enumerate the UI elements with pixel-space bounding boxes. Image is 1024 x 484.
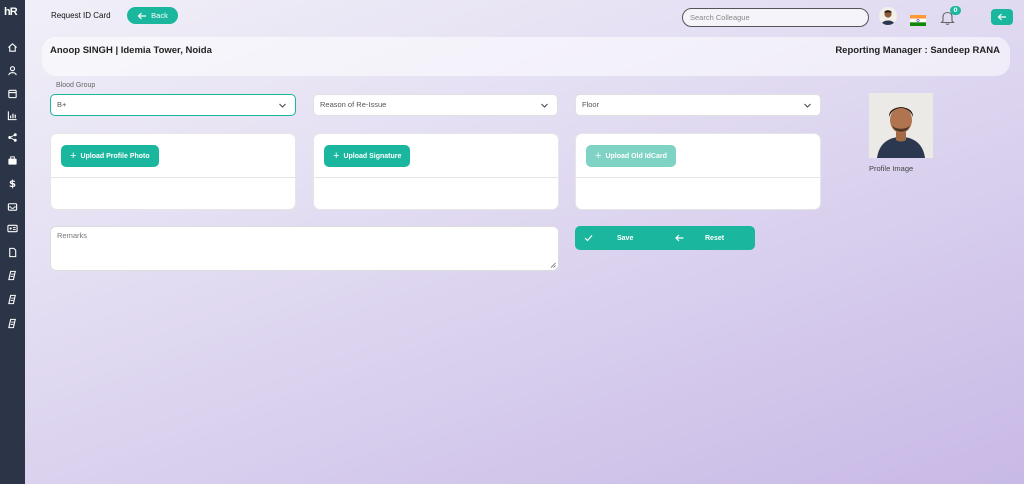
upload-profile-photo-button[interactable]: + Upload Profile Photo <box>61 145 159 167</box>
upload-signature-label: Upload Signature <box>343 152 402 160</box>
reason-placeholder: Reason of Re-Issue <box>320 100 387 109</box>
remarks-field[interactable]: Remarks <box>50 226 559 271</box>
blood-group-select[interactable]: B+ <box>50 94 296 116</box>
resize-handle-icon[interactable] <box>550 262 556 268</box>
blood-group-label: Blood Group <box>56 82 96 89</box>
plus-icon: + <box>595 149 602 162</box>
upload-profile-photo-label: Upload Profile Photo <box>80 152 150 160</box>
upload-signature-button[interactable]: + Upload Signature <box>324 145 411 167</box>
profile-image-label: Profile Image <box>869 164 914 173</box>
tag-icon[interactable] <box>6 269 19 282</box>
upload-signature-card: + Upload Signature <box>313 133 559 210</box>
bar-chart-icon[interactable] <box>6 109 19 122</box>
india-flag-icon[interactable] <box>910 11 926 26</box>
user-icon[interactable] <box>6 64 19 77</box>
arrow-left-icon <box>137 12 147 19</box>
employee-info: Anoop SINGH | Idemia Tower, Noida <box>50 45 212 56</box>
floor-placeholder: Floor <box>582 100 600 109</box>
share-icon[interactable] <box>6 131 19 144</box>
reset-button[interactable]: Reset <box>675 226 724 250</box>
reporting-manager: Reporting Manager : Sandeep RANA <box>835 45 1000 56</box>
chevron-down-icon <box>804 103 811 108</box>
remarks-placeholder: Remarks <box>57 231 88 240</box>
page-title: Request ID Card <box>51 11 111 20</box>
upload-old-id-card: + Upload Old IdCard <box>575 133 821 210</box>
blood-group-value: B+ <box>57 100 67 109</box>
chevron-down-icon <box>279 103 286 108</box>
exit-button[interactable] <box>991 9 1013 25</box>
sidebar: hR $ <box>0 0 25 484</box>
employee-info-card: Anoop SINGH | Idemia Tower, Noida Report… <box>42 37 1010 76</box>
upload-photo-card: + Upload Profile Photo <box>50 133 296 210</box>
back-button-label: Back <box>151 11 168 20</box>
upload-old-idcard-button[interactable]: + Upload Old IdCard <box>586 145 676 167</box>
svg-text:$: $ <box>9 179 16 189</box>
chevron-down-icon <box>541 103 548 108</box>
briefcase-icon[interactable] <box>6 154 19 167</box>
save-button[interactable]: Save <box>584 226 633 250</box>
search-input[interactable]: Search Colleague <box>682 8 869 27</box>
reason-select[interactable]: Reason of Re-Issue <box>313 94 558 116</box>
arrow-left-icon <box>675 234 684 242</box>
tag-icon[interactable] <box>6 293 19 306</box>
plus-icon: + <box>70 149 77 162</box>
tag-icon[interactable] <box>6 317 19 330</box>
form-actions: Save Reset <box>575 226 755 250</box>
divider <box>576 177 820 178</box>
plus-icon: + <box>333 149 340 162</box>
dollar-icon[interactable]: $ <box>6 177 19 190</box>
divider <box>314 177 558 178</box>
back-button[interactable]: Back <box>127 7 178 24</box>
upload-old-idcard-label: Upload Old IdCard <box>605 152 667 160</box>
save-button-label: Save <box>617 234 634 242</box>
home-icon[interactable] <box>6 41 19 54</box>
document-icon[interactable] <box>6 246 19 259</box>
reset-button-label: Reset <box>705 234 725 242</box>
divider <box>51 177 295 178</box>
inbox-icon[interactable] <box>6 200 19 213</box>
arrow-left-icon <box>997 13 1006 21</box>
check-icon <box>584 235 593 242</box>
avatar[interactable] <box>879 7 897 25</box>
profile-image <box>869 93 933 158</box>
calendar-icon[interactable] <box>6 87 19 100</box>
floor-select[interactable]: Floor <box>575 94 821 116</box>
id-card-icon[interactable] <box>6 222 19 235</box>
app-logo[interactable]: hR <box>4 6 21 20</box>
notification-badge: 0 <box>950 6 961 15</box>
